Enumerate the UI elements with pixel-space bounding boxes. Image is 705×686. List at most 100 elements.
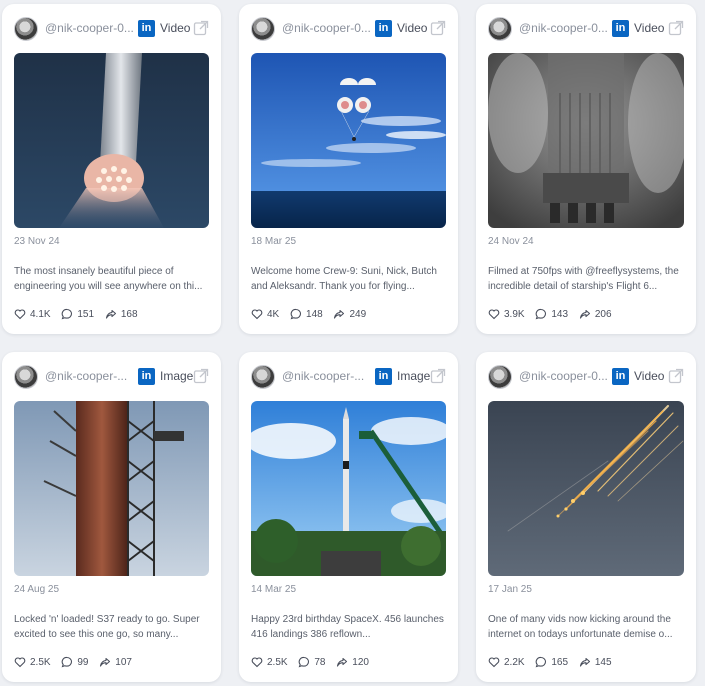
author-handle[interactable]: @nik-cooper-0... <box>519 369 609 383</box>
post-header: @nik-cooper-0... in Video <box>251 17 446 41</box>
share-icon <box>337 657 348 667</box>
post-stats: 2.5K 78 120 <box>251 656 377 670</box>
likes-stat: 4K <box>251 308 279 320</box>
heart-icon <box>14 657 26 668</box>
author-handle[interactable]: @nik-cooper-0... <box>45 21 135 35</box>
shares-stat: 145 <box>579 656 612 668</box>
avatar[interactable] <box>488 17 512 41</box>
post-type-label: Video <box>634 369 665 383</box>
post-date: 23 Nov 24 <box>14 236 60 247</box>
shares-stat: 107 <box>99 656 132 668</box>
linkedin-icon: in <box>375 368 392 385</box>
shares-count: 206 <box>594 308 612 320</box>
post-thumbnail[interactable] <box>488 401 684 576</box>
external-link-icon[interactable] <box>193 368 209 384</box>
comment-icon <box>535 656 547 668</box>
linkedin-icon: in <box>612 368 629 385</box>
post-header: @nik-cooper-... in Image <box>251 365 446 389</box>
comments-stat: 151 <box>61 308 94 320</box>
author-handle[interactable]: @nik-cooper-... <box>282 369 372 383</box>
avatar[interactable] <box>251 17 275 41</box>
likes-stat: 4.1K <box>14 308 51 320</box>
post-card[interactable]: @nik-cooper-0... in Video <box>2 4 221 334</box>
post-text: Welcome home Crew-9: Suni, Nick, Butch a… <box>251 266 437 292</box>
linkedin-icon: in <box>375 20 392 37</box>
heart-icon <box>14 309 26 320</box>
post-card[interactable]: @nik-cooper-... in Image <box>239 352 458 682</box>
shares-stat: 206 <box>579 308 612 320</box>
post-thumbnail[interactable] <box>14 53 209 228</box>
likes-count: 2.5K <box>267 656 288 668</box>
shares-count: 107 <box>115 656 132 668</box>
likes-count: 3.9K <box>504 308 525 320</box>
likes-count: 4.1K <box>30 308 51 320</box>
post-header: @nik-cooper-0... in Video <box>488 365 684 389</box>
avatar[interactable] <box>14 365 38 389</box>
post-type-label: Video <box>160 21 191 35</box>
comment-icon <box>61 308 73 320</box>
post-stats: 3.9K 143 206 <box>488 308 620 322</box>
post-date: 24 Nov 24 <box>488 236 534 247</box>
author-handle[interactable]: @nik-cooper-0... <box>519 21 609 35</box>
post-stats: 2.2K 165 145 <box>488 656 620 670</box>
linkedin-icon: in <box>612 20 629 37</box>
post-text: Filmed at 750fps with @freeflysystems, t… <box>488 266 679 292</box>
share-icon <box>105 309 116 319</box>
comments-stat: 148 <box>290 308 323 320</box>
share-icon <box>579 309 590 319</box>
avatar[interactable] <box>14 17 38 41</box>
share-icon <box>334 309 345 319</box>
post-type-label: Image <box>160 369 194 383</box>
author-handle[interactable]: @nik-cooper-0... <box>282 21 372 35</box>
avatar[interactable] <box>488 365 512 389</box>
likes-stat: 2.5K <box>14 656 51 668</box>
post-thumbnail[interactable] <box>251 53 446 228</box>
comment-icon <box>298 656 310 668</box>
post-thumbnail[interactable] <box>14 401 209 576</box>
post-date: 14 Mar 25 <box>251 584 297 595</box>
comment-icon <box>535 308 547 320</box>
linkedin-icon: in <box>138 20 155 37</box>
post-text: Locked 'n' loaded! S37 ready to go. Supe… <box>14 614 200 640</box>
shares-stat: 249 <box>333 308 366 320</box>
heart-icon <box>251 657 263 668</box>
post-type-label: Image <box>397 369 431 383</box>
comments-count: 148 <box>306 308 323 320</box>
comments-stat: 78 <box>298 656 325 668</box>
post-type-label: Video <box>397 21 428 35</box>
comment-icon <box>61 656 73 668</box>
post-date: 18 Mar 25 <box>251 236 297 247</box>
post-header: @nik-cooper-... in Image <box>14 365 209 389</box>
external-link-icon[interactable] <box>668 20 684 36</box>
external-link-icon[interactable] <box>430 20 446 36</box>
comments-count: 143 <box>551 308 569 320</box>
comments-count: 78 <box>314 656 326 668</box>
comments-stat: 143 <box>535 308 568 320</box>
external-link-icon[interactable] <box>193 20 209 36</box>
post-card[interactable]: @nik-cooper-0... in Video <box>476 352 696 682</box>
author-handle[interactable]: @nik-cooper-... <box>45 369 135 383</box>
heart-icon <box>488 657 500 668</box>
post-card[interactable]: @nik-cooper-... in Image <box>2 352 221 682</box>
post-date: 24 Aug 25 <box>14 584 60 595</box>
comments-stat: 165 <box>535 656 568 668</box>
heart-icon <box>251 309 263 320</box>
external-link-icon[interactable] <box>668 368 684 384</box>
comments-count: 165 <box>551 656 569 668</box>
comment-icon <box>290 308 302 320</box>
post-thumbnail[interactable] <box>251 401 446 576</box>
shares-stat: 168 <box>105 308 138 320</box>
shares-count: 168 <box>120 308 138 320</box>
avatar[interactable] <box>251 365 275 389</box>
post-text: Happy 23rd birthday SpaceX. 456 launches… <box>251 614 444 640</box>
likes-count: 4K <box>267 308 280 320</box>
post-text: The most insanely beautiful piece of eng… <box>14 266 203 292</box>
post-card[interactable]: @nik-cooper-0... in Video <box>239 4 458 334</box>
post-card[interactable]: @nik-cooper-0... in Video <box>476 4 696 334</box>
post-thumbnail[interactable] <box>488 53 684 228</box>
post-stats: 4.1K 151 168 <box>14 308 146 322</box>
post-grid: @nik-cooper-0... in Video 23 Nov 24 The … <box>0 0 705 686</box>
external-link-icon[interactable] <box>430 368 446 384</box>
post-text: One of many vids now kicking around the … <box>488 614 673 640</box>
linkedin-icon: in <box>138 368 155 385</box>
